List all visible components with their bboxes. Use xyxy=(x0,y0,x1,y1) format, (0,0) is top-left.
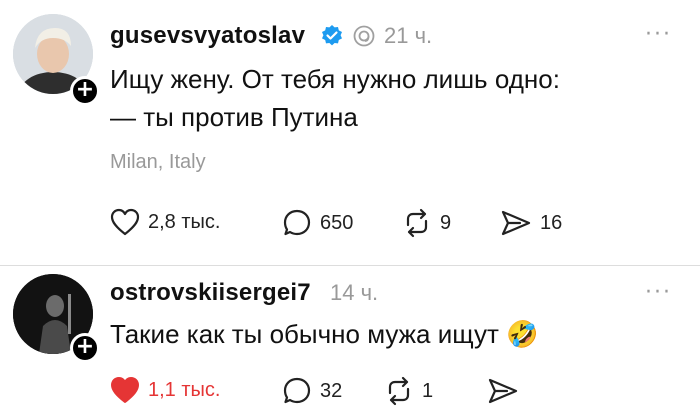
threads-icon xyxy=(353,25,375,47)
like-count: 1,1 тыс. xyxy=(148,378,221,401)
comment-count: 650 xyxy=(320,211,354,234)
share-icon xyxy=(501,210,531,236)
reply-timestamp: 14 ч. xyxy=(330,280,379,305)
share-button[interactable]: 16 xyxy=(500,208,562,238)
comment-count: 32 xyxy=(320,379,343,402)
heart-icon xyxy=(111,377,139,403)
repost-count: 1 xyxy=(422,379,434,402)
like-button[interactable]: 2,8 тыс. xyxy=(110,208,220,236)
share-icon xyxy=(488,378,518,404)
comment-icon xyxy=(283,209,311,236)
repost-icon xyxy=(388,376,410,406)
divider xyxy=(0,265,700,266)
comment-button[interactable]: 32 xyxy=(282,376,342,406)
verified-badge-icon xyxy=(322,25,342,46)
post-text-line2: — ты против Путина xyxy=(110,102,358,132)
reply-text-content: Такие как ты обычно мужа ищут xyxy=(110,319,499,349)
repost-button[interactable]: 1 xyxy=(384,376,433,406)
follow-plus-icon[interactable]: + xyxy=(70,333,100,363)
more-icon[interactable]: ··· xyxy=(645,280,672,305)
more-icon[interactable]: ··· xyxy=(645,22,672,47)
like-count: 2,8 тыс. xyxy=(148,210,221,233)
comment-button[interactable]: 650 xyxy=(282,208,353,238)
post-username[interactable]: gusevsvyatoslav xyxy=(110,22,305,50)
laughing-emoji: 🤣 xyxy=(506,320,539,350)
follow-plus-icon[interactable]: + xyxy=(70,76,100,106)
share-button[interactable] xyxy=(487,376,519,406)
repost-icon xyxy=(406,208,428,238)
share-count: 16 xyxy=(540,211,563,234)
post-timestamp: 21 ч. xyxy=(384,23,433,48)
heart-icon xyxy=(110,208,140,236)
reply-username[interactable]: ostrovskiisergei7 xyxy=(110,279,311,307)
repost-button[interactable]: 9 xyxy=(402,208,451,238)
post-location[interactable]: Milan, Italy xyxy=(110,151,206,174)
reply-text: Такие как ты обычно мужа ищут 🤣 xyxy=(110,315,538,354)
repost-count: 9 xyxy=(440,211,452,234)
comment-icon xyxy=(283,377,311,404)
post-text-line1: Ищу жену. От тебя нужно лишь одно: xyxy=(110,64,560,94)
like-button[interactable]: 1,1 тыс. xyxy=(110,376,220,404)
